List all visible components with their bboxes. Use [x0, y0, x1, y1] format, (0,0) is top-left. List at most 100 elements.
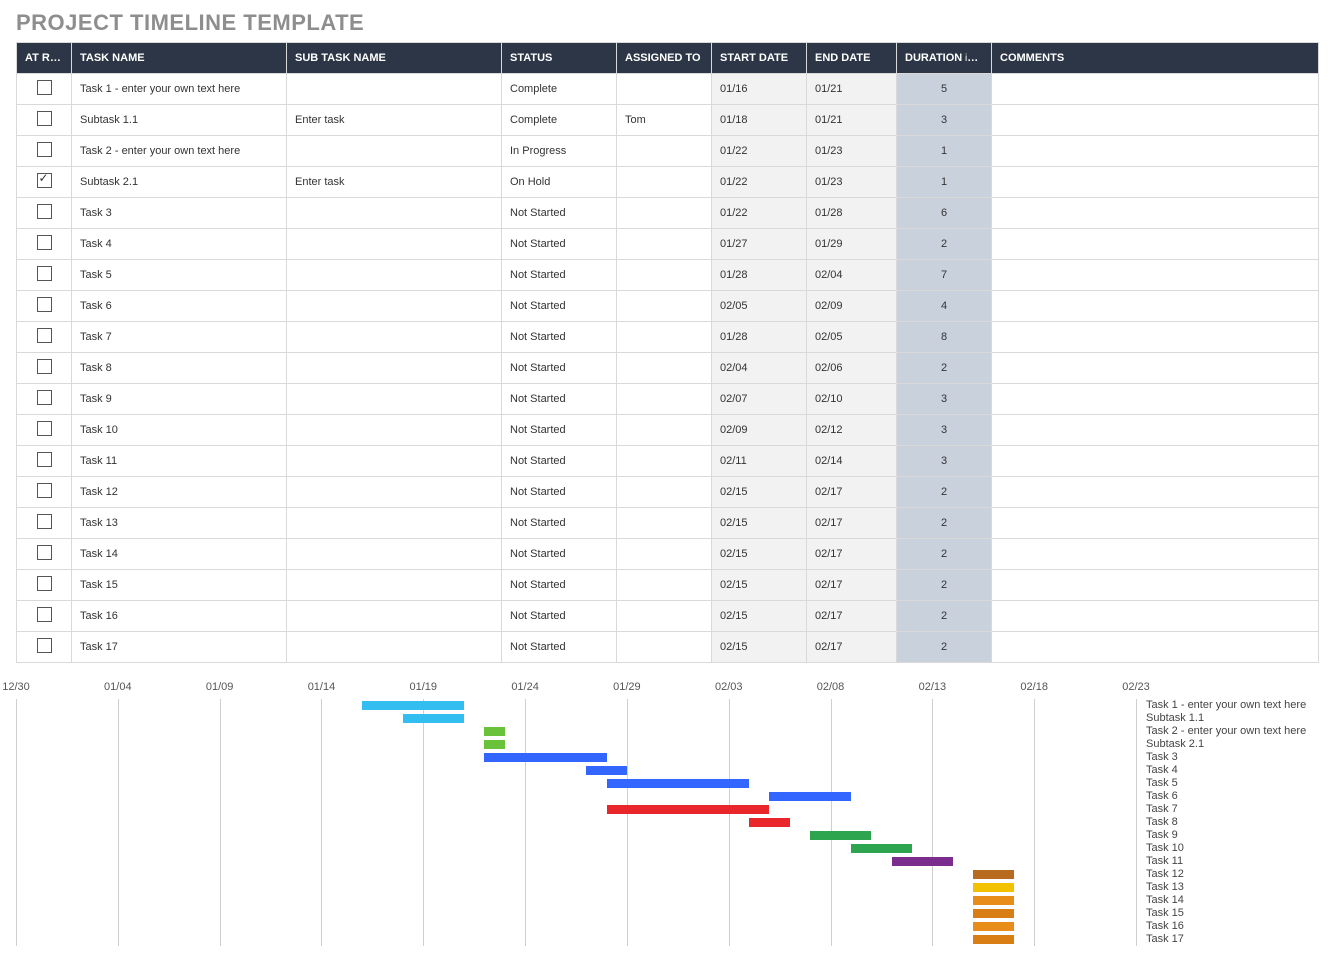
assigned-cell[interactable]: [617, 539, 712, 570]
status-cell[interactable]: Not Started: [502, 229, 617, 260]
end-date-cell[interactable]: 01/29: [807, 229, 897, 260]
assigned-cell[interactable]: [617, 415, 712, 446]
end-date-cell[interactable]: 02/17: [807, 632, 897, 663]
task-name-cell[interactable]: Subtask 2.1: [72, 167, 287, 198]
gantt-bar[interactable]: [973, 883, 1014, 892]
gantt-bar[interactable]: [586, 766, 627, 775]
comments-cell[interactable]: [992, 570, 1319, 601]
assigned-cell[interactable]: [617, 477, 712, 508]
assigned-cell[interactable]: [617, 229, 712, 260]
gantt-bar[interactable]: [362, 701, 464, 710]
sub-task-cell[interactable]: [287, 477, 502, 508]
at-risk-checkbox[interactable]: [37, 607, 52, 622]
status-cell[interactable]: Not Started: [502, 353, 617, 384]
end-date-cell[interactable]: 02/14: [807, 446, 897, 477]
end-date-cell[interactable]: 01/21: [807, 74, 897, 105]
task-name-cell[interactable]: Task 11: [72, 446, 287, 477]
assigned-cell[interactable]: [617, 167, 712, 198]
gantt-bar[interactable]: [484, 753, 606, 762]
task-name-cell[interactable]: Task 5: [72, 260, 287, 291]
gantt-bar[interactable]: [973, 909, 1014, 918]
start-date-cell[interactable]: 02/07: [712, 384, 807, 415]
gantt-bar[interactable]: [973, 922, 1014, 931]
task-name-cell[interactable]: Task 8: [72, 353, 287, 384]
status-cell[interactable]: Not Started: [502, 322, 617, 353]
comments-cell[interactable]: [992, 415, 1319, 446]
start-date-cell[interactable]: 01/28: [712, 322, 807, 353]
status-cell[interactable]: Complete: [502, 74, 617, 105]
start-date-cell[interactable]: 01/22: [712, 136, 807, 167]
comments-cell[interactable]: [992, 539, 1319, 570]
end-date-cell[interactable]: 02/17: [807, 601, 897, 632]
assigned-cell[interactable]: [617, 601, 712, 632]
sub-task-cell[interactable]: Enter task: [287, 105, 502, 136]
start-date-cell[interactable]: 02/15: [712, 477, 807, 508]
end-date-cell[interactable]: 02/05: [807, 322, 897, 353]
sub-task-cell[interactable]: [287, 74, 502, 105]
end-date-cell[interactable]: 02/17: [807, 508, 897, 539]
gantt-bar[interactable]: [973, 935, 1014, 944]
start-date-cell[interactable]: 02/15: [712, 570, 807, 601]
end-date-cell[interactable]: 01/28: [807, 198, 897, 229]
at-risk-checkbox[interactable]: [37, 452, 52, 467]
assigned-cell[interactable]: [617, 632, 712, 663]
sub-task-cell[interactable]: Enter task: [287, 167, 502, 198]
assigned-cell[interactable]: [617, 291, 712, 322]
task-name-cell[interactable]: Task 1 - enter your own text here: [72, 74, 287, 105]
task-name-cell[interactable]: Task 3: [72, 198, 287, 229]
status-cell[interactable]: Not Started: [502, 477, 617, 508]
status-cell[interactable]: On Hold: [502, 167, 617, 198]
end-date-cell[interactable]: 02/04: [807, 260, 897, 291]
at-risk-checkbox[interactable]: [37, 266, 52, 281]
gantt-bar[interactable]: [973, 870, 1014, 879]
status-cell[interactable]: Not Started: [502, 415, 617, 446]
sub-task-cell[interactable]: [287, 136, 502, 167]
task-name-cell[interactable]: Task 4: [72, 229, 287, 260]
comments-cell[interactable]: [992, 353, 1319, 384]
at-risk-checkbox[interactable]: [37, 576, 52, 591]
start-date-cell[interactable]: 01/18: [712, 105, 807, 136]
gantt-bar[interactable]: [851, 844, 912, 853]
status-cell[interactable]: Not Started: [502, 384, 617, 415]
start-date-cell[interactable]: 02/04: [712, 353, 807, 384]
end-date-cell[interactable]: 02/17: [807, 477, 897, 508]
gantt-bar[interactable]: [749, 818, 790, 827]
assigned-cell[interactable]: [617, 353, 712, 384]
task-name-cell[interactable]: Task 12: [72, 477, 287, 508]
task-name-cell[interactable]: Subtask 1.1: [72, 105, 287, 136]
end-date-cell[interactable]: 01/23: [807, 167, 897, 198]
comments-cell[interactable]: [992, 384, 1319, 415]
comments-cell[interactable]: [992, 446, 1319, 477]
at-risk-checkbox[interactable]: [37, 235, 52, 250]
comments-cell[interactable]: [992, 74, 1319, 105]
gantt-bar[interactable]: [403, 714, 464, 723]
sub-task-cell[interactable]: [287, 229, 502, 260]
end-date-cell[interactable]: 02/12: [807, 415, 897, 446]
task-name-cell[interactable]: Task 6: [72, 291, 287, 322]
at-risk-checkbox[interactable]: [37, 638, 52, 653]
comments-cell[interactable]: [992, 167, 1319, 198]
sub-task-cell[interactable]: [287, 291, 502, 322]
end-date-cell[interactable]: 02/06: [807, 353, 897, 384]
task-name-cell[interactable]: Task 17: [72, 632, 287, 663]
at-risk-checkbox[interactable]: [37, 483, 52, 498]
status-cell[interactable]: Not Started: [502, 260, 617, 291]
comments-cell[interactable]: [992, 322, 1319, 353]
task-name-cell[interactable]: Task 13: [72, 508, 287, 539]
end-date-cell[interactable]: 02/17: [807, 539, 897, 570]
status-cell[interactable]: Not Started: [502, 198, 617, 229]
status-cell[interactable]: In Progress: [502, 136, 617, 167]
assigned-cell[interactable]: [617, 570, 712, 601]
assigned-cell[interactable]: [617, 384, 712, 415]
at-risk-checkbox[interactable]: [37, 421, 52, 436]
comments-cell[interactable]: [992, 508, 1319, 539]
assigned-cell[interactable]: [617, 446, 712, 477]
status-cell[interactable]: Not Started: [502, 291, 617, 322]
sub-task-cell[interactable]: [287, 446, 502, 477]
task-name-cell[interactable]: Task 10: [72, 415, 287, 446]
gantt-bar[interactable]: [973, 896, 1014, 905]
start-date-cell[interactable]: 01/22: [712, 198, 807, 229]
comments-cell[interactable]: [992, 198, 1319, 229]
sub-task-cell[interactable]: [287, 322, 502, 353]
sub-task-cell[interactable]: [287, 198, 502, 229]
